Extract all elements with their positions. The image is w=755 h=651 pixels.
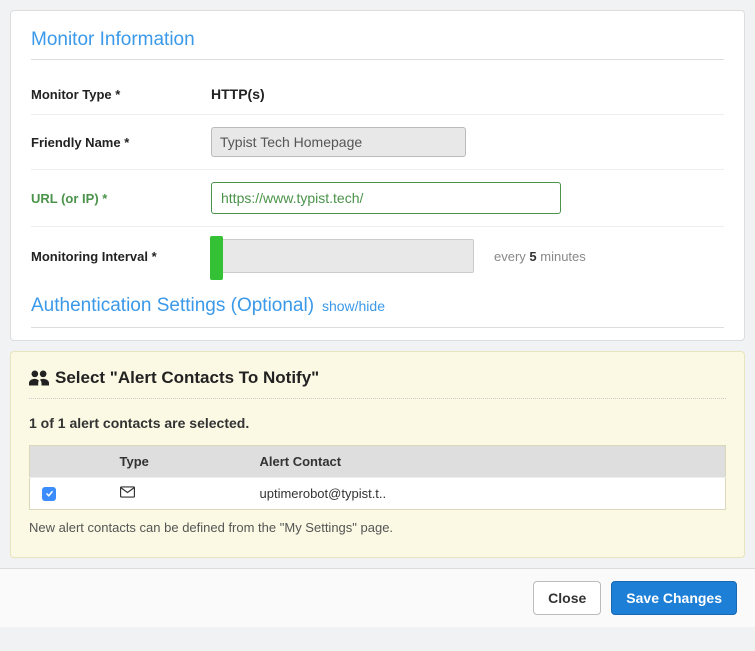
selected-count-text: 1 of 1 alert contacts are selected. bbox=[29, 415, 726, 431]
interval-slider-handle[interactable] bbox=[210, 236, 223, 280]
monitor-info-panel: Monitor Information Monitor Type * HTTP(… bbox=[10, 10, 745, 341]
contact-checkbox[interactable] bbox=[42, 487, 56, 501]
col-type: Type bbox=[110, 446, 250, 478]
url-input[interactable] bbox=[211, 182, 561, 214]
url-label: URL (or IP) * bbox=[31, 191, 211, 206]
check-icon bbox=[45, 489, 54, 498]
auth-showhide-toggle[interactable]: show/hide bbox=[322, 298, 385, 314]
alert-contacts-panel: Select "Alert Contacts To Notify" 1 of 1… bbox=[10, 351, 745, 558]
alert-contacts-table: Type Alert Contact uptimerobot@typist.t.… bbox=[29, 445, 726, 510]
alert-title: Select "Alert Contacts To Notify" bbox=[55, 368, 319, 388]
monitor-type-value: HTTP(s) bbox=[211, 86, 265, 102]
alert-header: Select "Alert Contacts To Notify" bbox=[29, 368, 726, 399]
monitor-type-row: Monitor Type * HTTP(s) bbox=[31, 74, 724, 115]
col-checkbox bbox=[30, 446, 110, 478]
new-contacts-hint: New alert contacts can be defined from t… bbox=[29, 520, 726, 535]
table-row: uptimerobot@typist.t.. bbox=[30, 478, 726, 510]
interval-label: Monitoring Interval * bbox=[31, 249, 211, 264]
users-icon bbox=[29, 370, 49, 386]
url-row: URL (or IP) * bbox=[31, 170, 724, 227]
interval-row: Monitoring Interval * every 5 minutes bbox=[31, 227, 724, 289]
col-contact: Alert Contact bbox=[250, 446, 726, 478]
interval-text: every 5 minutes bbox=[494, 249, 586, 264]
friendly-name-input[interactable] bbox=[211, 127, 466, 157]
interval-slider[interactable] bbox=[211, 239, 474, 273]
close-button[interactable]: Close bbox=[533, 581, 601, 615]
save-changes-button[interactable]: Save Changes bbox=[611, 581, 737, 615]
monitor-info-title: Monitor Information bbox=[31, 29, 724, 60]
friendly-name-label: Friendly Name * bbox=[31, 135, 211, 150]
monitor-type-label: Monitor Type * bbox=[31, 87, 211, 102]
footer: Close Save Changes bbox=[0, 568, 755, 627]
contact-email: uptimerobot@typist.t.. bbox=[250, 478, 726, 510]
auth-settings-row: Authentication Settings (Optional) show/… bbox=[31, 289, 724, 328]
envelope-icon bbox=[120, 486, 135, 498]
auth-settings-title: Authentication Settings (Optional) bbox=[31, 295, 314, 316]
friendly-name-row: Friendly Name * bbox=[31, 115, 724, 170]
